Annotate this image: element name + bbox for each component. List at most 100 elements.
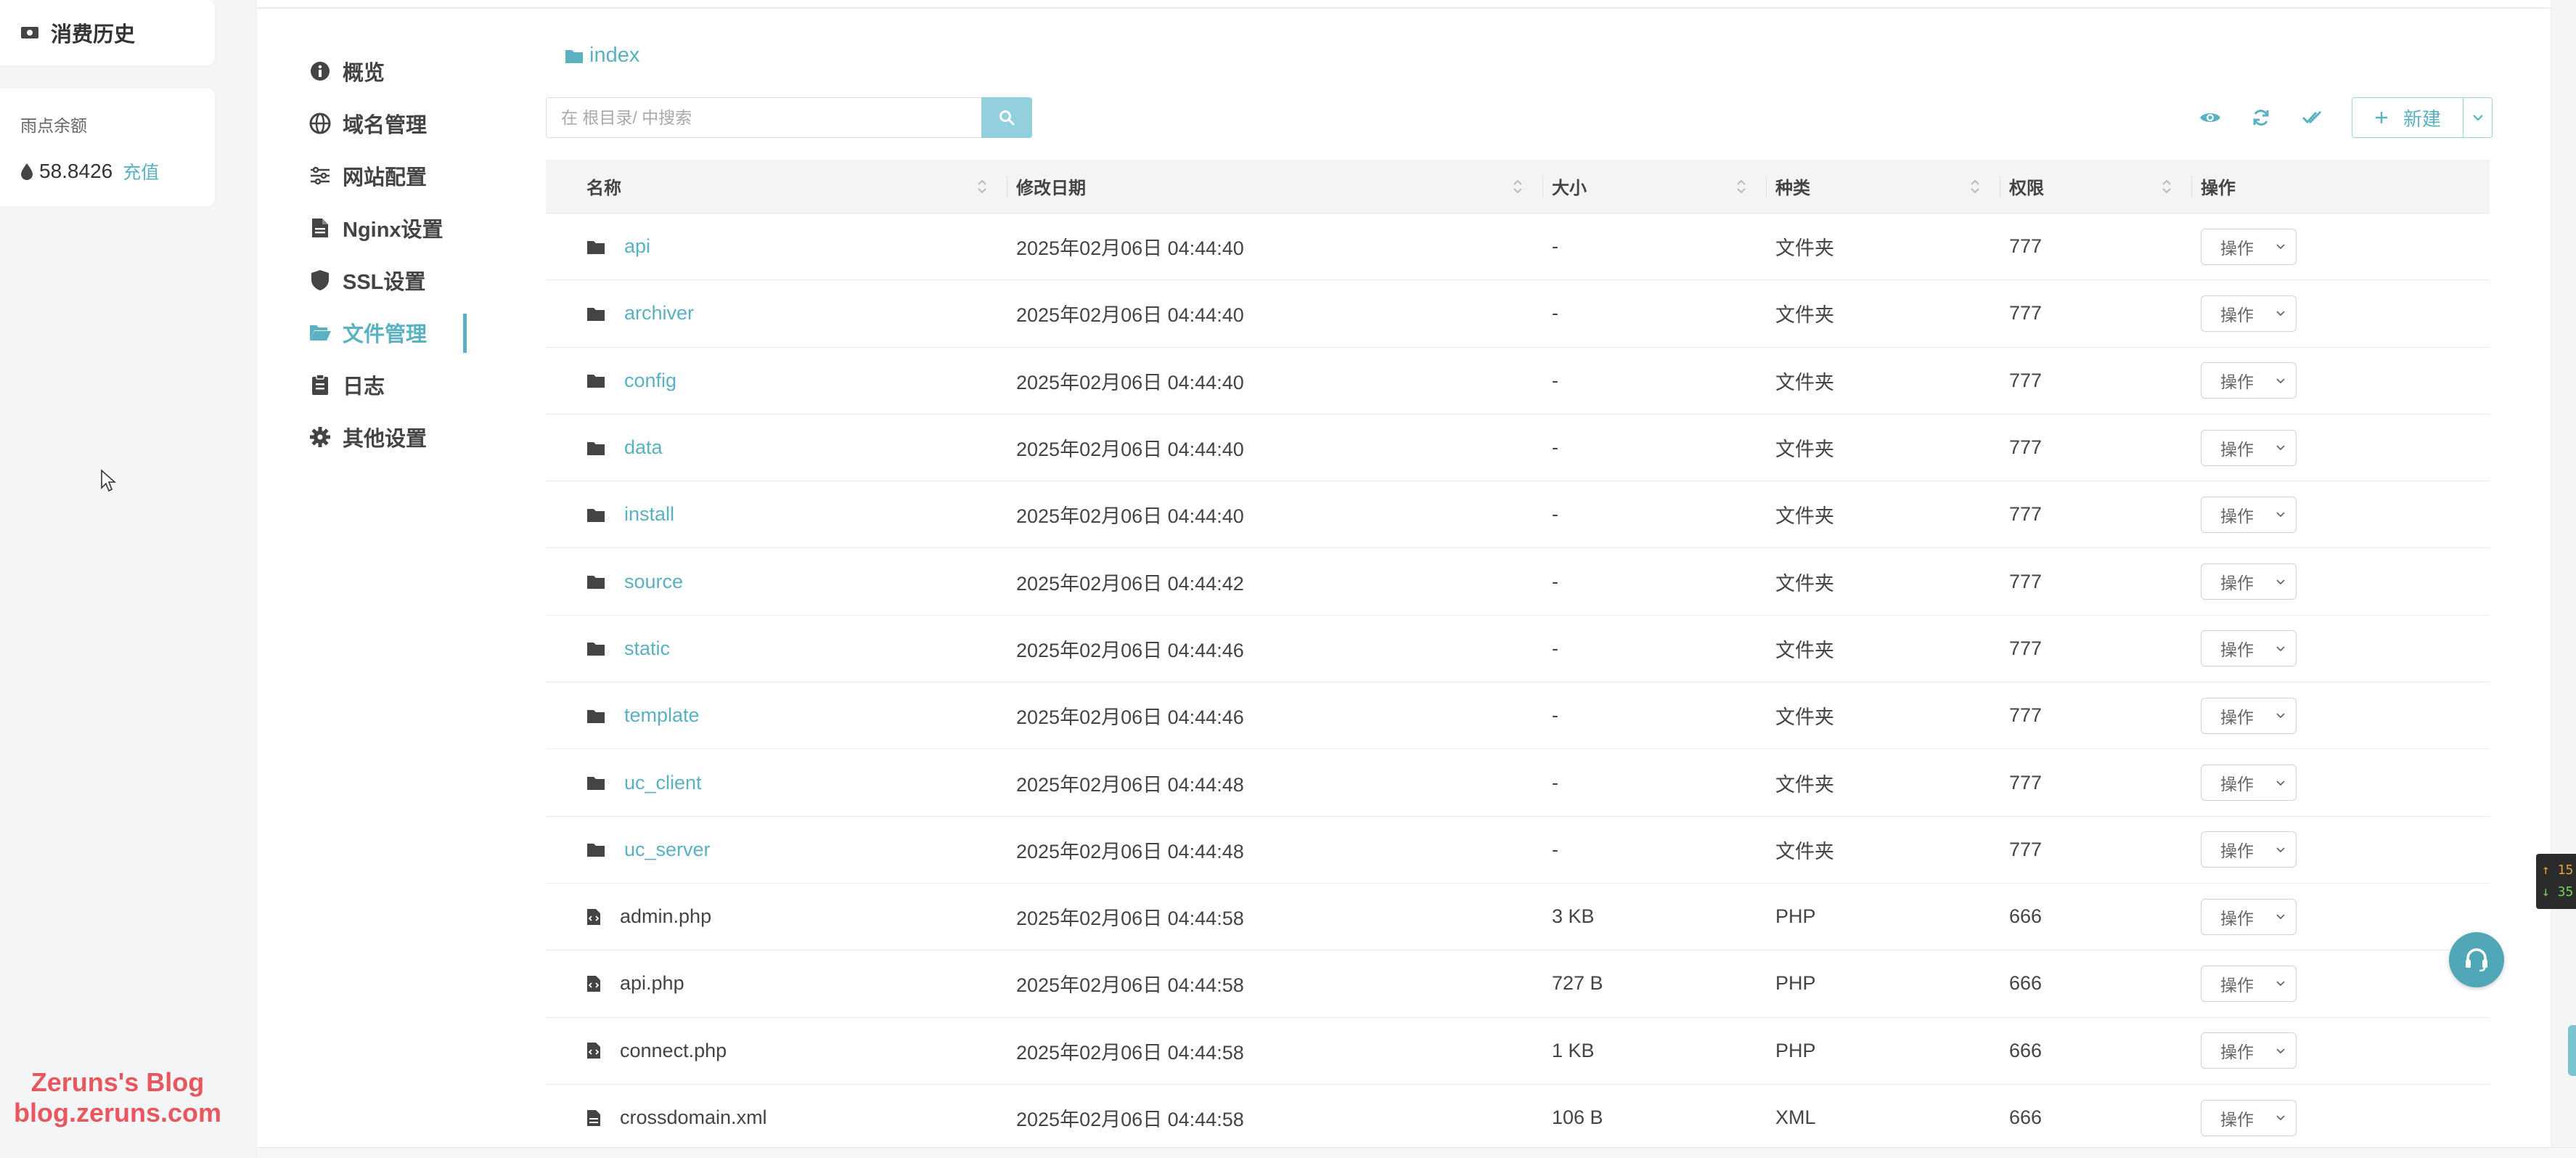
search-button[interactable] <box>981 97 1032 138</box>
operation-dropdown[interactable]: 操作 <box>2201 496 2297 533</box>
recharge-link[interactable]: 充值 <box>123 158 159 184</box>
size-cell: - <box>1552 436 1558 459</box>
table-row[interactable]: crossdomain.xml 2025年02月06日 04:44:58 106 B… <box>546 1085 2490 1152</box>
file-name[interactable]: uc_client <box>624 772 702 794</box>
select-all-button[interactable] <box>2286 97 2337 138</box>
size-cell: - <box>1552 503 1558 526</box>
table-row[interactable]: static 2025年02月06日 04:44:46 - 文件夹 777 操作 <box>546 616 2490 683</box>
column-header-perm[interactable]: 权限 <box>2000 160 2192 213</box>
table-row[interactable]: uc_client 2025年02月06日 04:44:48 - 文件夹 777 操作 <box>546 749 2490 817</box>
side-drawer-tab[interactable] <box>2568 1025 2576 1076</box>
file-name-cell[interactable]: template <box>546 682 1007 749</box>
history-card[interactable]: 消费历史 <box>0 0 215 65</box>
new-dropdown-button[interactable]: 新建 <box>2352 97 2493 138</box>
file-name[interactable]: template <box>624 704 700 727</box>
nav-item-overview[interactable]: 概览 <box>308 45 467 97</box>
watermark-line-1: Zeruns's Blog <box>30 1067 205 1097</box>
column-header-size[interactable]: 大小 <box>1543 160 1767 213</box>
file-name-cell[interactable]: uc_server <box>546 817 1007 883</box>
nav-item-nginx[interactable]: Nginx设置 <box>308 202 467 254</box>
file-name-cell[interactable]: source <box>546 548 1007 614</box>
file-name[interactable]: connect.php <box>620 1040 727 1062</box>
file-name[interactable]: data <box>624 436 663 459</box>
file-name-cell[interactable]: crossdomain.xml <box>546 1085 1007 1151</box>
table-row[interactable]: install 2025年02月06日 04:44:40 - 文件夹 777 操作 <box>546 481 2490 549</box>
file-name[interactable]: static <box>624 637 670 660</box>
file-name[interactable]: install <box>624 503 674 526</box>
operation-label: 操作 <box>2220 1109 2254 1129</box>
path-breadcrumb[interactable]: index <box>565 44 639 68</box>
table-row[interactable]: admin.php 2025年02月06日 04:44:58 3 KB PHP 666 操… <box>546 884 2490 951</box>
operation-dropdown[interactable]: 操作 <box>2201 630 2297 667</box>
operation-label: 操作 <box>2220 975 2254 995</box>
operation-dropdown[interactable]: 操作 <box>2201 429 2297 466</box>
file-name[interactable]: api.php <box>620 972 684 995</box>
file-name-cell[interactable]: archiver <box>546 280 1007 346</box>
breadcrumb-current[interactable]: index <box>589 44 639 68</box>
operation-dropdown[interactable]: 操作 <box>2201 764 2297 802</box>
table-row[interactable]: archiver 2025年02月06日 04:44:40 - 文件夹 777 操作 <box>546 280 2490 348</box>
nav-item-file-manager[interactable]: 文件管理 <box>308 306 467 359</box>
operation-dropdown[interactable]: 操作 <box>2201 1032 2297 1069</box>
operation-dropdown[interactable]: 操作 <box>2201 831 2297 868</box>
sort-icon <box>1513 179 1522 194</box>
column-header-date[interactable]: 修改日期 <box>1007 160 1543 213</box>
operation-dropdown[interactable]: 操作 <box>2201 898 2297 935</box>
operation-dropdown[interactable]: 操作 <box>2201 295 2297 332</box>
kind-cell: 文件夹 <box>1775 639 1834 661</box>
new-button-main[interactable]: 新建 <box>2352 105 2463 131</box>
column-header-kind[interactable]: 种类 <box>1767 160 2000 213</box>
table-row[interactable]: data 2025年02月06日 04:44:40 - 文件夹 777 操作 <box>546 415 2490 482</box>
modified-date-cell: 2025年02月06日 04:44:48 <box>1016 840 1244 863</box>
kind-cell: 文件夹 <box>1775 773 1834 796</box>
refresh-button[interactable] <box>2236 97 2286 138</box>
file-name[interactable]: uc_server <box>624 839 711 861</box>
customer-support-button[interactable] <box>2449 932 2504 987</box>
toggle-hidden-button[interactable] <box>2185 97 2236 138</box>
nav-item-ssl[interactable]: SSL设置 <box>308 254 467 306</box>
nav-item-logs[interactable]: 日志 <box>308 359 467 411</box>
operation-dropdown[interactable]: 操作 <box>2201 1099 2297 1136</box>
new-button-caret[interactable] <box>2463 98 2492 137</box>
file-name-cell[interactable]: config <box>546 348 1007 414</box>
nav-item-site-config[interactable]: 网站配置 <box>308 150 467 202</box>
new-button-label: 新建 <box>2403 107 2441 130</box>
file-name[interactable]: archiver <box>624 302 694 325</box>
file-name-cell[interactable]: api <box>546 213 1007 280</box>
operation-label: 操作 <box>2220 372 2254 392</box>
file-name[interactable]: admin.php <box>620 905 711 928</box>
file-name-cell[interactable]: uc_client <box>546 749 1007 815</box>
operation-dropdown[interactable]: 操作 <box>2201 563 2297 600</box>
nav-item-domains[interactable]: 域名管理 <box>308 97 467 150</box>
column-header-name[interactable]: 名称 <box>546 160 1007 213</box>
file-name-cell[interactable]: install <box>546 481 1007 547</box>
nav-item-other-settings[interactable]: 其他设置 <box>308 411 467 463</box>
file-name[interactable]: api <box>624 235 650 258</box>
table-row[interactable]: connect.php 2025年02月06日 04:44:58 1 KB PHP 66… <box>546 1018 2490 1085</box>
file-name[interactable]: config <box>624 370 676 392</box>
table-row[interactable]: api 2025年02月06日 04:44:40 - 文件夹 777 操作 <box>546 213 2490 281</box>
search-input[interactable] <box>546 97 981 138</box>
download-speed: ↓ 35 <box>2542 884 2574 900</box>
operation-dropdown[interactable]: 操作 <box>2201 362 2297 399</box>
table-row[interactable]: template 2025年02月06日 04:44:46 - 文件夹 777 操作 <box>546 682 2490 750</box>
table-row[interactable]: source 2025年02月06日 04:44:42 - 文件夹 777 操作 <box>546 548 2490 616</box>
table-row[interactable]: uc_server 2025年02月06日 04:44:48 - 文件夹 777 操作 <box>546 817 2490 884</box>
operation-dropdown[interactable]: 操作 <box>2201 697 2297 734</box>
file-name[interactable]: crossdomain.xml <box>620 1106 767 1129</box>
file-name-cell[interactable]: data <box>546 415 1007 481</box>
file-name-cell[interactable]: static <box>546 616 1007 682</box>
file-name-cell[interactable]: admin.php <box>546 884 1007 950</box>
table-row[interactable]: api.php 2025年02月06日 04:44:58 727 B PHP 666 操作 <box>546 950 2490 1018</box>
file-name[interactable]: source <box>624 571 683 593</box>
modified-date-cell: 2025年02月06日 04:44:58 <box>1016 1109 1244 1130</box>
balance-value: 58.8426 <box>39 160 113 182</box>
history-row[interactable]: 消费历史 <box>20 17 135 48</box>
table-row[interactable]: config 2025年02月06日 04:44:40 - 文件夹 777 操作 <box>546 348 2490 415</box>
file-name-cell[interactable]: connect.php <box>546 1018 1007 1084</box>
file-name-cell[interactable]: api.php <box>546 950 1007 1016</box>
clipboard-icon <box>308 372 332 397</box>
code-file-icon <box>587 908 600 925</box>
operation-dropdown[interactable]: 操作 <box>2201 228 2297 265</box>
operation-dropdown[interactable]: 操作 <box>2201 965 2297 1002</box>
